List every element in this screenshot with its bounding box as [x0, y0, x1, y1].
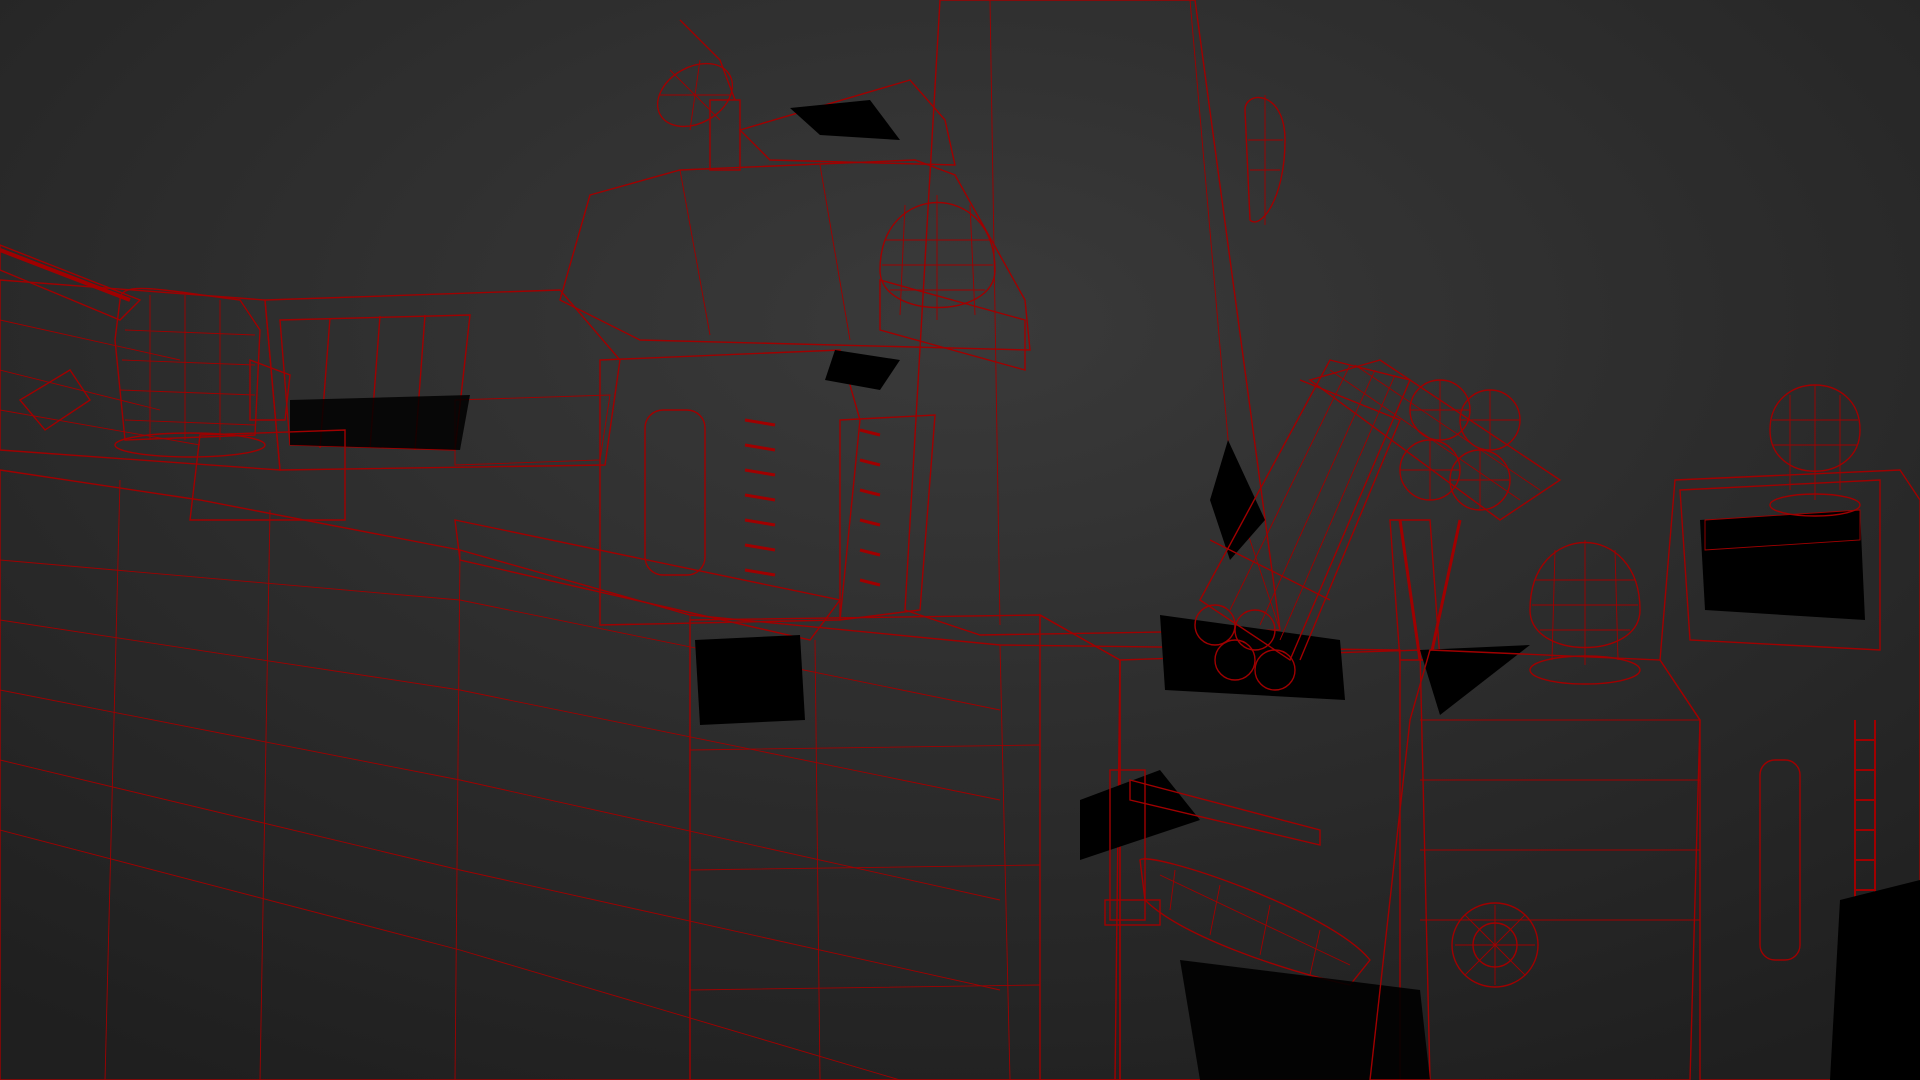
viewport-background — [0, 0, 1920, 1080]
warship-model-render — [0, 0, 1920, 1080]
3d-viewport[interactable] — [0, 0, 1920, 1080]
lifebuoy-ring — [1451, 902, 1539, 988]
